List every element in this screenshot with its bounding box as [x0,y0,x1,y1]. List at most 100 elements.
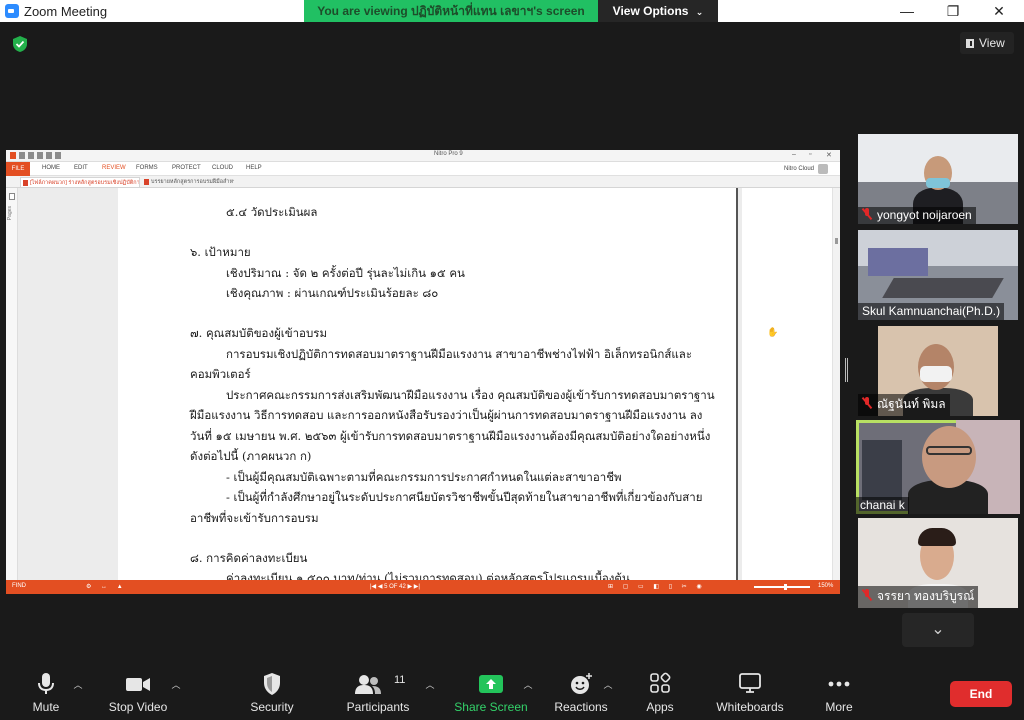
participant-name-tag: ณัฐนันท์ พิมล [858,394,950,416]
participants-options-caret-icon[interactable]: ︿ [425,678,435,690]
participant-name: Skul Kamnuanchai(Ph.D.) [862,304,1001,318]
stop-video-button[interactable]: Stop Video [104,660,172,720]
apps-icon [650,672,671,693]
participants-label: Participants [346,700,410,714]
participant-name-tag: จรรยา ทองบริบูรณ์ [858,586,979,608]
reactions-button[interactable]: Reactions [550,660,612,720]
doc-line: คอมพิวเตอร์ [190,367,251,381]
end-meeting-button[interactable]: End [950,681,1012,707]
tile-bg-curtain [868,248,928,276]
reactions-options-caret-icon[interactable]: ︿ [603,678,613,690]
nitro-minimize-icon: – [792,151,796,158]
doc-line: ๘. การคิดค่าลงทะเบียน [190,551,308,565]
doc-line: เชิงปริมาณ : จัด ๒ ครั้งต่อปี รุ่นละไม่เ… [226,266,465,280]
view-grid-icon [966,39,974,48]
find-label: FIND [12,583,26,589]
scroll-participants-down-button[interactable]: ⌄ [902,613,974,647]
page-margin-area [742,188,832,580]
face-mask [926,178,950,188]
nitro-window-title: Nitro Pro 9 [434,151,463,157]
doc-line: - เป็นผู้ที่กำลังศึกษาอยู่ในระดับประกาศน… [226,490,703,504]
view-options-label: View Options [612,4,689,18]
print-icon [37,152,43,159]
more-ellipsis-icon [828,681,850,687]
mute-label: Mute [32,700,60,714]
ribbon-tab-protect: PROTECT [172,165,201,171]
ribbon-tab-forms: FORMS [136,165,158,171]
mic-muted-icon [862,589,872,601]
ribbon-tab-home: HOME [42,165,60,171]
video-camera-icon [126,678,150,691]
ribbon-tab-cloud: CLOUD [212,165,234,171]
zoom-logo-icon [5,4,19,18]
video-tile[interactable]: ณัฐนันท์ พิมล [858,326,1018,416]
mic-muted-icon [862,208,872,220]
face-mask [920,366,952,382]
video-tile[interactable]: Skul Kamnuanchai(Ph.D.) [858,230,1018,320]
participants-icon [354,675,381,694]
document-viewport: ๕.๔ วัดประเมินผล ๖. เป้าหมาย เชิงปริมาณ … [18,188,840,585]
mute-button[interactable]: Mute [16,660,76,720]
minimize-button[interactable]: — [884,0,930,22]
nitro-close-icon: ✕ [826,152,832,159]
ribbon-tab-review: REVIEW [102,165,126,171]
open-icon [19,152,25,159]
video-options-caret-icon[interactable]: ︿ [171,678,181,690]
doc-line: ๕.๔ วัดประเมินผล [226,205,318,219]
encryption-shield-icon[interactable] [11,35,29,53]
video-tile-active-speaker[interactable]: chanai k [856,420,1020,514]
security-label: Security [250,700,294,714]
panel-resize-handle[interactable] [845,358,848,382]
pages-panel: Pages [6,188,18,580]
doc-line: ดังต่อไปนี้ (ภาคผนวก ก) [190,449,312,463]
whiteboard-icon [739,673,761,693]
view-layout-button[interactable]: View [960,32,1014,54]
redo-icon [55,152,61,159]
quick-access-toolbar [10,152,110,159]
doc-line: เชิงคุณภาพ : ผ่านเกณฑ์ประเมินร้อยละ ๘๐ [226,286,439,300]
participant-name: yongyot noijaroen [877,208,972,222]
apps-button[interactable]: Apps [636,660,684,720]
doc-line: - เป็นผู้มีคุณสมบัติเฉพาะตามที่คณะกรรมกา… [226,470,622,484]
undo-icon [46,152,52,159]
doc-tab-active: [ไฟล์ภาคผนวก] ร่างหลักสูตรอบรมเชิงปฏิบัต… [20,177,140,187]
more-button[interactable]: More [814,660,864,720]
view-options-button[interactable]: View Options ⌄ [598,0,718,22]
scrollbar-thumb [835,238,838,244]
share-options-caret-icon[interactable]: ︿ [523,678,533,690]
participant-face [922,426,976,488]
participant-name-tag: chanai k [856,497,909,514]
doc-line: ฝีมือแรงงาน วิธีการทดสอบ และการออกหนังสื… [190,408,703,422]
share-screen-label: Share Screen [454,700,528,714]
participant-name: จรรยา ทองบริบูรณ์ [877,589,975,603]
save-icon [28,152,34,159]
hair [918,528,956,546]
reactions-smiley-icon [571,673,592,694]
view-label: View [979,36,1005,50]
maximize-button[interactable]: ❐ [930,0,976,22]
status-left-tools: ⚙ ↔ ▲ [86,584,127,590]
meeting-toolbar: Mute ︿ Stop Video ︿ Security 11 Particip… [0,660,1024,720]
glasses [926,446,972,455]
close-button[interactable]: ✕ [976,0,1022,22]
nitro-status-bar: FIND ⚙ ↔ ▲ |◀ ◀ 5 OF 42 ▶ ▶| ⊞ ▢ ▭ ◧ ▯ ✂… [6,580,840,594]
participants-button[interactable]: 11 Participants [342,660,414,720]
zoom-level: 150% [818,583,834,589]
participant-name: ณัฐนันท์ พิมล [877,397,946,411]
whiteboards-button[interactable]: Whiteboards [710,660,790,720]
pdf-page: ๕.๔ วัดประเมินผล ๖. เป้าหมาย เชิงปริมาณ … [118,188,738,585]
mic-muted-icon [862,397,872,409]
video-tile[interactable]: yongyot noijaroen [858,134,1018,224]
audio-options-caret-icon[interactable]: ︿ [73,678,83,690]
participant-name-tag: yongyot noijaroen [858,207,976,224]
participant-name-tag: Skul Kamnuanchai(Ph.D.) [858,303,1005,320]
pages-panel-label: Pages [7,206,13,221]
shared-screen[interactable]: Nitro Pro 9 – ▫ ✕ FILE HOME EDIT REVIEW … [6,150,840,594]
apps-label: Apps [646,700,674,714]
document-tabs: [ไฟล์ภาคผนวก] ร่างหลักสูตรอบรมเชิงปฏิบัต… [6,176,840,188]
security-button[interactable]: Security [242,660,302,720]
zoom-slider-track [754,586,810,588]
doc-line: ๖. เป้าหมาย [190,245,251,259]
share-screen-button[interactable]: Share Screen [454,660,528,720]
video-tile[interactable]: จรรยา ทองบริบูรณ์ [858,518,1018,608]
